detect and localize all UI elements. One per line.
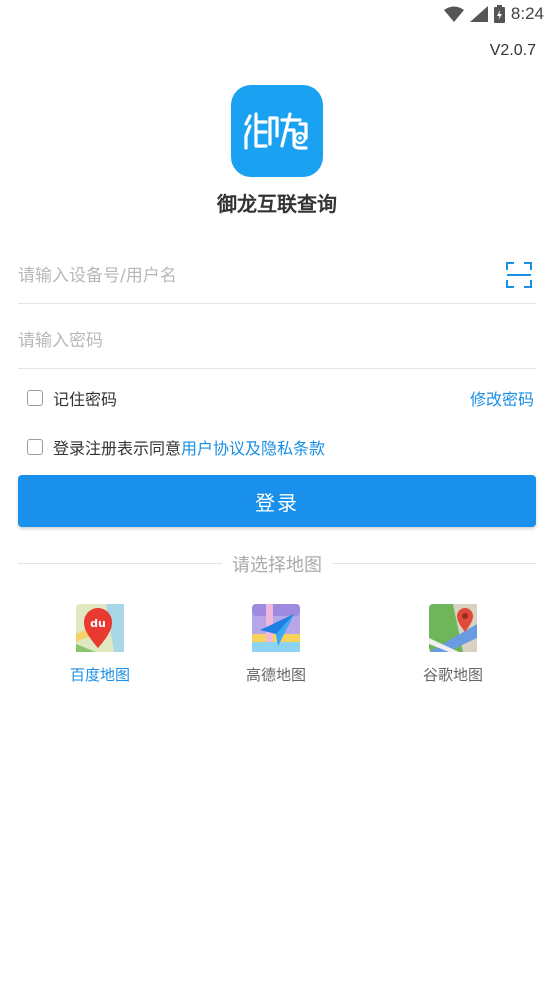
app-logo-glyph — [244, 112, 308, 150]
agreement-checkbox[interactable] — [27, 439, 43, 455]
map-option-baidu[interactable]: du 百度地图 — [40, 604, 160, 685]
password-input[interactable] — [18, 321, 488, 361]
password-field-row — [18, 313, 536, 369]
status-time: 8:24 — [510, 4, 544, 23]
status-icons: 8:24 — [443, 4, 544, 24]
agreement-link[interactable]: 用户协议及隐私条款 — [181, 435, 325, 459]
amap-icon — [252, 604, 300, 652]
app-name: 御龙互联查询 — [217, 192, 337, 216]
signal-icon — [469, 6, 488, 22]
remember-password-row[interactable]: 记住密码 — [27, 386, 117, 410]
map-select-title: 请选择地图 — [232, 555, 322, 576]
battery-icon — [493, 5, 505, 23]
login-button[interactable]: 登录 — [18, 475, 536, 527]
scan-icon[interactable] — [506, 262, 532, 288]
username-field-row — [18, 248, 536, 304]
baidu-map-icon: du — [76, 604, 124, 652]
google-maps-icon — [429, 604, 477, 652]
remember-password-label: 记住密码 — [53, 390, 118, 409]
map-option-label: 百度地图 — [69, 666, 130, 684]
status-bar: 8:24 — [0, 0, 554, 30]
remember-password-checkbox[interactable] — [27, 390, 43, 406]
change-password-link[interactable]: 修改密码 — [470, 386, 534, 410]
map-option-amap[interactable]: 高德地图 — [216, 604, 336, 685]
agreement-row: 登录注册表示同意 用户协议及隐私条款 — [27, 435, 325, 459]
map-option-label: 高德地图 — [245, 666, 306, 684]
app-logo — [231, 85, 323, 177]
divider-right — [333, 563, 536, 564]
wifi-icon — [443, 6, 464, 22]
version-label: V2.0.7 — [489, 42, 536, 59]
map-option-label: 谷歌地图 — [422, 666, 483, 684]
username-input[interactable] — [18, 256, 488, 296]
svg-text:du: du — [90, 617, 106, 630]
map-option-google[interactable]: 谷歌地图 — [393, 604, 513, 685]
agreement-prefix: 登录注册表示同意 — [53, 439, 182, 458]
